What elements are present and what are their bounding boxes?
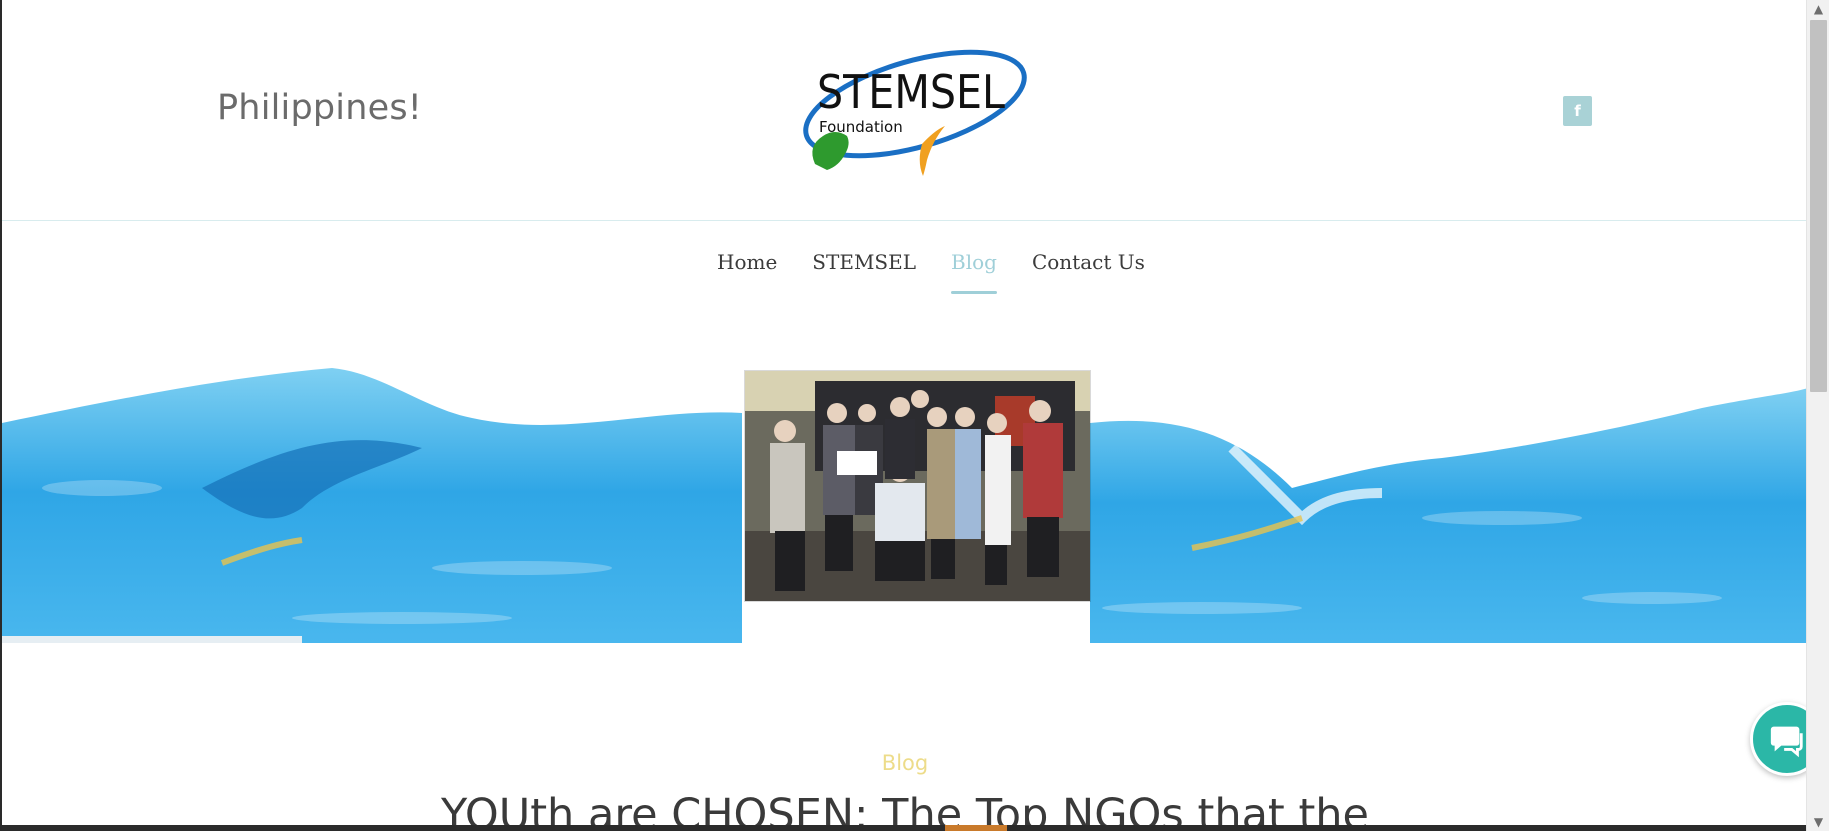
main-nav: Home STEMSEL Blog Contact Us [2,222,1806,302]
site-header: Philippines! STEMSEL Foundation f [2,0,1806,221]
bottom-divider [2,825,1806,831]
facebook-glyph: f [1574,102,1581,120]
page: Philippines! STEMSEL Foundation f Home S… [0,0,1806,831]
stemsel-logo[interactable]: STEMSEL Foundation [787,44,1027,176]
post-category[interactable]: Blog [2,751,1806,775]
scroll-up-arrow-icon[interactable]: ▲ [1807,0,1829,18]
logo-brand-text: STEMSEL [817,65,1005,119]
bottom-accent [945,825,1007,831]
nav-item-stemsel[interactable]: STEMSEL [812,250,916,274]
nav-item-contact-us[interactable]: Contact Us [1032,250,1145,274]
site-tagline: Philippines! [217,88,423,128]
scroll-down-arrow-icon[interactable]: ▼ [1807,813,1829,831]
vertical-scrollbar[interactable]: ▲ ▼ [1806,0,1829,831]
group-photo-image [745,371,1090,601]
chat-bubble-icon [1770,726,1803,758]
logo-sub-text: Foundation [819,118,903,136]
nav-item-home[interactable]: Home [717,250,777,274]
logo-graphic: STEMSEL Foundation [803,49,1027,176]
group-photo [745,371,1090,601]
facebook-icon[interactable]: f [1563,96,1592,126]
scrollbar-thumb[interactable] [1810,20,1827,392]
nav-item-blog[interactable]: Blog [951,250,997,294]
